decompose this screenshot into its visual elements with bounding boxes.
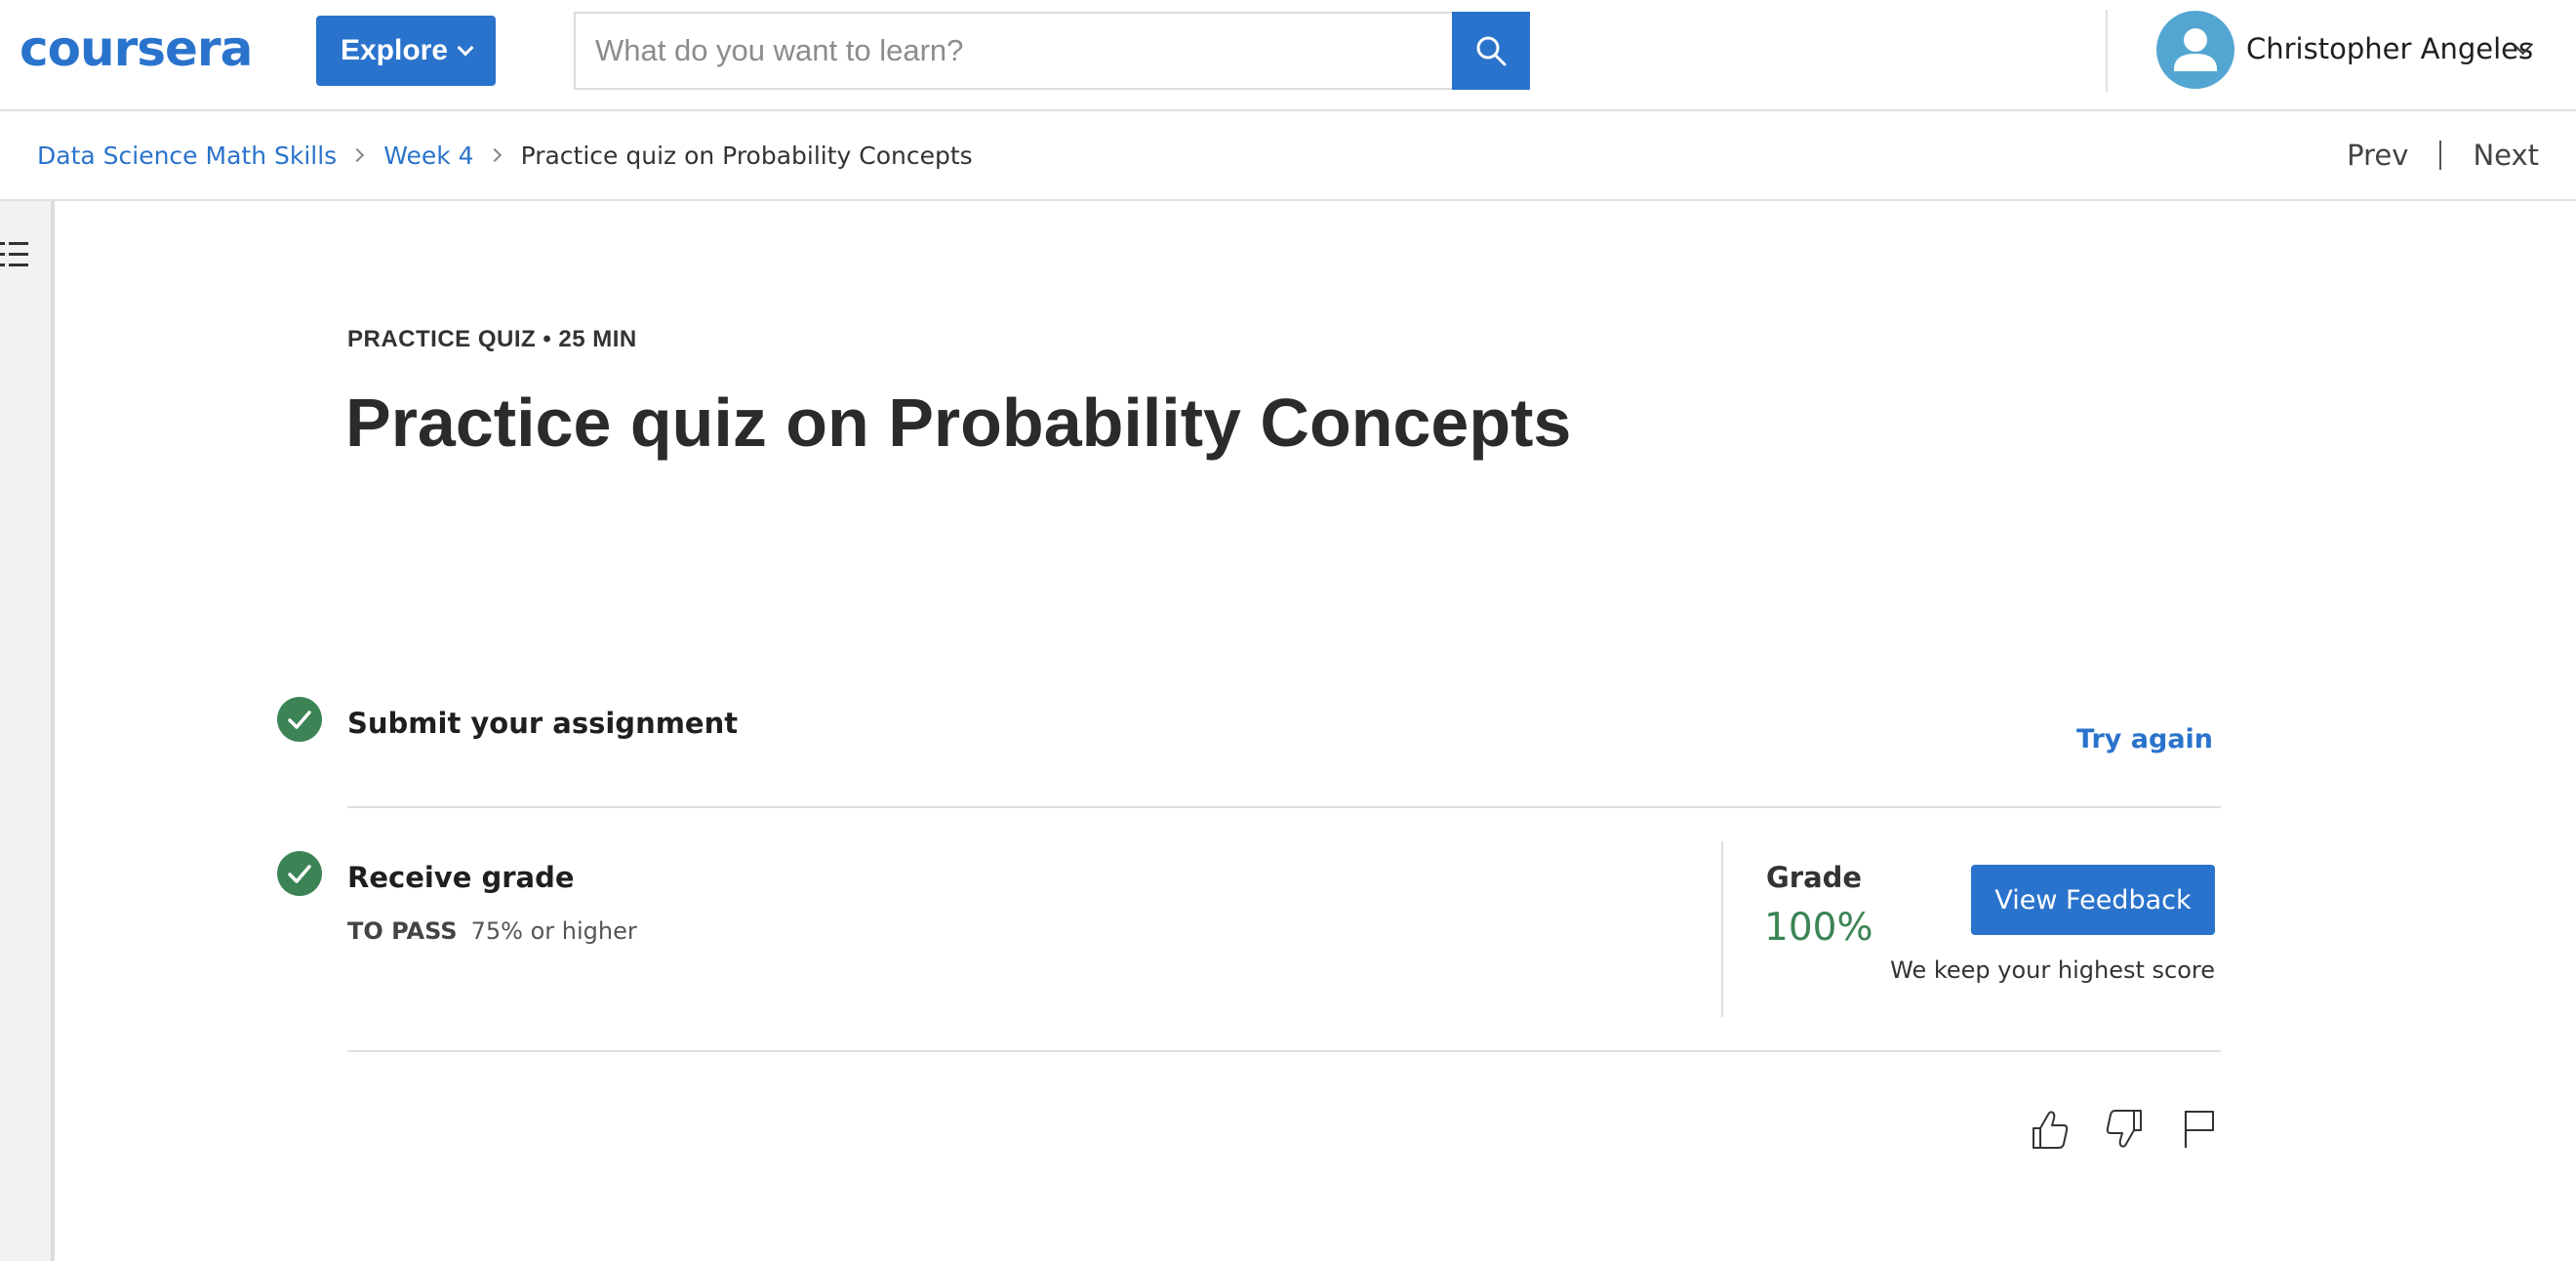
explore-button[interactable]: Explore xyxy=(316,16,496,86)
grade-value: 100% xyxy=(1764,906,1873,950)
pass-label: TO PASS xyxy=(347,917,458,945)
submit-step-title: Submit your assignment xyxy=(347,707,739,740)
check-icon xyxy=(277,697,322,742)
search-box xyxy=(574,12,1454,90)
pass-value: 75% or higher xyxy=(470,917,637,945)
header-divider xyxy=(2106,10,2108,92)
coursera-logo[interactable]: coursera xyxy=(20,20,253,78)
thumbs-down-icon[interactable] xyxy=(2104,1107,2145,1152)
search-button[interactable] xyxy=(1452,12,1530,90)
chevron-right-icon xyxy=(487,147,502,163)
divider xyxy=(347,1050,2221,1052)
next-link[interactable]: Next xyxy=(2473,139,2539,172)
grade-step-title: Receive grade xyxy=(347,861,575,894)
top-header: coursera Explore Christopher Angeles xyxy=(0,0,2576,111)
prev-link[interactable]: Prev xyxy=(2347,139,2408,172)
search-icon xyxy=(1476,36,1507,66)
user-avatar-icon[interactable] xyxy=(2156,11,2234,89)
breadcrumb-bar: Data Science Math Skills Week 4 Practice… xyxy=(0,111,2576,201)
left-rail xyxy=(0,201,55,1261)
divider xyxy=(347,806,2221,808)
thumbs-up-icon[interactable] xyxy=(2030,1107,2071,1152)
breadcrumb: Data Science Math Skills Week 4 Practice… xyxy=(37,111,973,199)
grade-divider xyxy=(1721,841,1723,1017)
check-icon xyxy=(277,851,322,896)
menu-list-icon[interactable] xyxy=(0,238,29,271)
grade-label: Grade xyxy=(1766,861,1863,894)
search-input[interactable] xyxy=(576,14,1454,88)
nav-divider xyxy=(2439,141,2442,170)
chevron-right-icon xyxy=(350,147,365,163)
user-name[interactable]: Christopher Angeles xyxy=(2246,29,2533,68)
feedback-actions xyxy=(2030,1107,2219,1152)
highest-score-note: We keep your highest score xyxy=(1890,956,2215,984)
view-feedback-button[interactable]: View Feedback xyxy=(1971,865,2215,935)
explore-label: Explore xyxy=(340,34,449,66)
pass-requirement: TO PASS 75% or higher xyxy=(347,917,637,945)
breadcrumb-current: Practice quiz on Probability Concepts xyxy=(520,141,973,170)
chevron-down-icon xyxy=(457,39,474,57)
try-again-link[interactable]: Try again xyxy=(2076,724,2213,754)
prev-next-nav: Prev Next xyxy=(2347,111,2539,199)
page-title: Practice quiz on Probability Concepts xyxy=(345,385,1572,461)
breadcrumb-week[interactable]: Week 4 xyxy=(383,142,473,170)
flag-icon[interactable] xyxy=(2178,1107,2219,1152)
breadcrumb-course[interactable]: Data Science Math Skills xyxy=(37,142,337,170)
quiz-meta: PRACTICE QUIZ • 25 MIN xyxy=(347,326,637,352)
